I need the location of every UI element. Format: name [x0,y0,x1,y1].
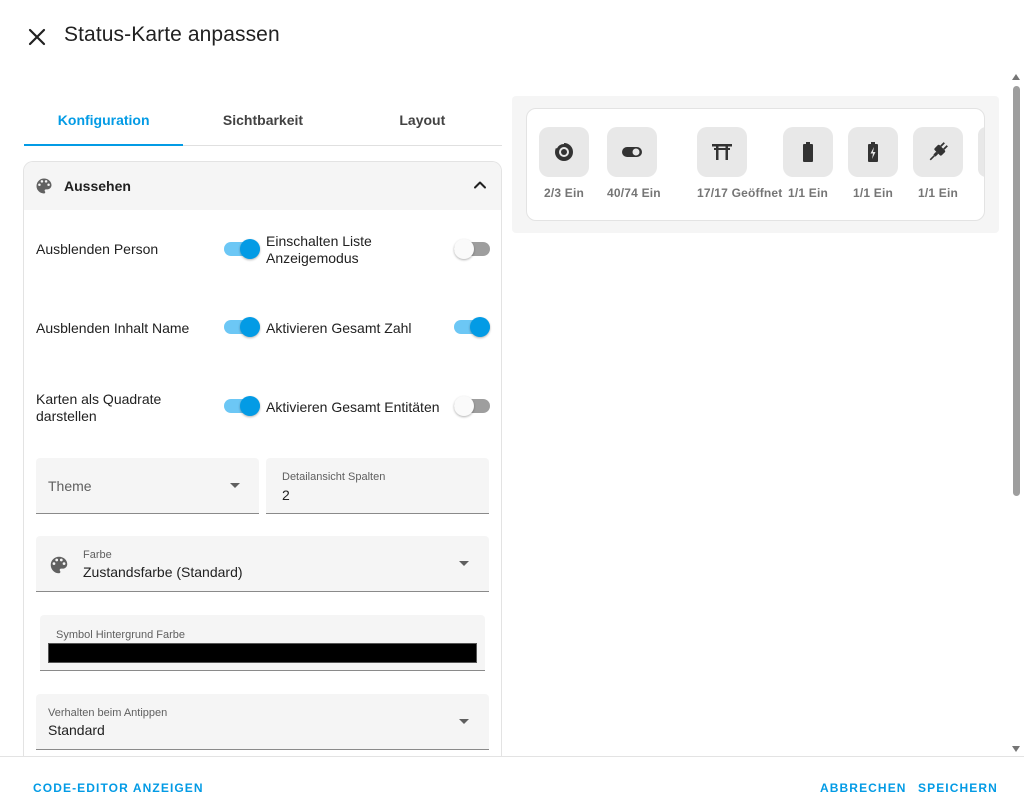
palette-icon [50,556,68,574]
detail-columns-value: 2 [282,487,290,503]
hide-content-name-label: Ausblenden Inhalt Name [36,320,190,336]
save-button[interactable]: SPEICHERN [918,781,998,795]
hide-person-toggle[interactable] [224,239,260,259]
tab-configuration[interactable]: Konfiguration [24,98,184,146]
status-tile-label: 1/1 Ein [852,186,894,200]
status-tile[interactable]: 1/1 Ein [913,127,963,200]
close-icon [28,28,46,46]
color-select[interactable]: Farbe Zustandsfarbe (Standard) [36,536,489,592]
detail-columns-label: Detailansicht Spalten [282,471,386,483]
show-code-editor-button[interactable]: CODE-EDITOR ANZEIGEN [33,781,204,795]
appearance-section-title: Aussehen [64,178,131,194]
hide-person-label: Ausblenden Person [36,241,159,257]
cancel-button[interactable]: ABBRECHEN [820,781,907,795]
dropdown-arrow-icon [459,719,469,724]
status-tile-label: 2/3 Ein [543,186,585,200]
scroll-down-icon[interactable] [1012,746,1020,752]
scroll-up-icon[interactable] [1012,74,1020,80]
gate-icon [712,144,732,160]
appearance-panel: Aussehen Ausblenden Person Einschalten L… [23,161,502,761]
detail-columns-field[interactable]: Detailansicht Spalten 2 [266,458,489,514]
list-mode-toggle[interactable] [454,239,490,259]
total-count-toggle[interactable] [454,317,490,337]
scrollbar-thumb[interactable] [1013,86,1020,496]
status-card-preview: 2/3 Ein 40/74 Ein 17/17 Geöffnet 1/1 Ein… [526,108,985,221]
chevron-up-icon[interactable] [471,176,489,194]
hide-content-name-toggle[interactable] [224,317,260,337]
power-plug-icon [929,142,948,161]
list-mode-label: Einschalten Liste Anzeigemodus [266,233,372,266]
color-value: Zustandsfarbe (Standard) [83,564,243,580]
toggle-switch-icon [622,147,642,157]
dialog-title: Status-Karte anpassen [64,23,280,46]
status-tile[interactable]: 17/17 Geöffnet [697,127,783,200]
tab-visibility[interactable]: Sichtbarkeit [183,98,342,145]
status-tile[interactable]: 1/1 Ein [783,127,833,200]
total-count-label: Aktivieren Gesamt Zahl [266,320,412,336]
square-cards-label: Karten als Quadrate darstellen [36,391,162,424]
color-swatch[interactable] [48,643,477,663]
status-tile-label: 17/17 Geöffnet [697,186,783,200]
total-entities-label: Aktivieren Gesamt Entitäten [266,399,440,415]
appearance-section-header[interactable]: Aussehen [24,162,501,210]
tab-layout[interactable]: Layout [343,98,502,145]
dialog-footer: CODE-EDITOR ANZEIGEN ABBRECHEN SPEICHERN [0,756,1024,808]
status-tile-label: 1/1 Ein [917,186,959,200]
battery-icon [803,142,813,162]
dropdown-arrow-icon [230,483,240,488]
palette-icon [36,178,52,194]
dialog-header: Status-Karte anpassen [0,0,1024,72]
status-tile[interactable]: 2/3 Ein [539,127,589,200]
status-tile-label: 1/1 Ein [787,186,829,200]
color-label: Farbe [83,549,112,561]
icon-bg-color-label: Symbol Hintergrund Farbe [56,629,186,641]
dropdown-arrow-icon [459,561,469,566]
tab-bar: Konfiguration Sichtbarkeit Layout [24,98,502,146]
close-button[interactable] [22,22,52,52]
square-cards-toggle[interactable] [224,396,260,416]
icon-bg-color-field[interactable]: Symbol Hintergrund Farbe [40,615,485,671]
status-tile[interactable]: 1/1 Ein [848,127,898,200]
status-tile[interactable]: 40/74 Ein [607,127,661,200]
edit-card-dialog: Status-Karte anpassen Konfiguration Sich… [0,0,1024,808]
status-tile-partial [978,127,984,177]
robot-vacuum-icon [555,142,573,161]
total-entities-toggle[interactable] [454,396,490,416]
battery-charging-icon [868,142,878,162]
dialog-scrollbar[interactable] [1010,72,1024,756]
tap-action-label: Verhalten beim Antippen [48,707,168,719]
tap-action-select[interactable]: Verhalten beim Antippen Standard [36,694,489,750]
status-tile-label: 40/74 Ein [607,186,661,200]
theme-placeholder: Theme [48,478,92,494]
theme-select[interactable]: Theme [36,458,259,514]
tap-action-value: Standard [48,722,105,738]
